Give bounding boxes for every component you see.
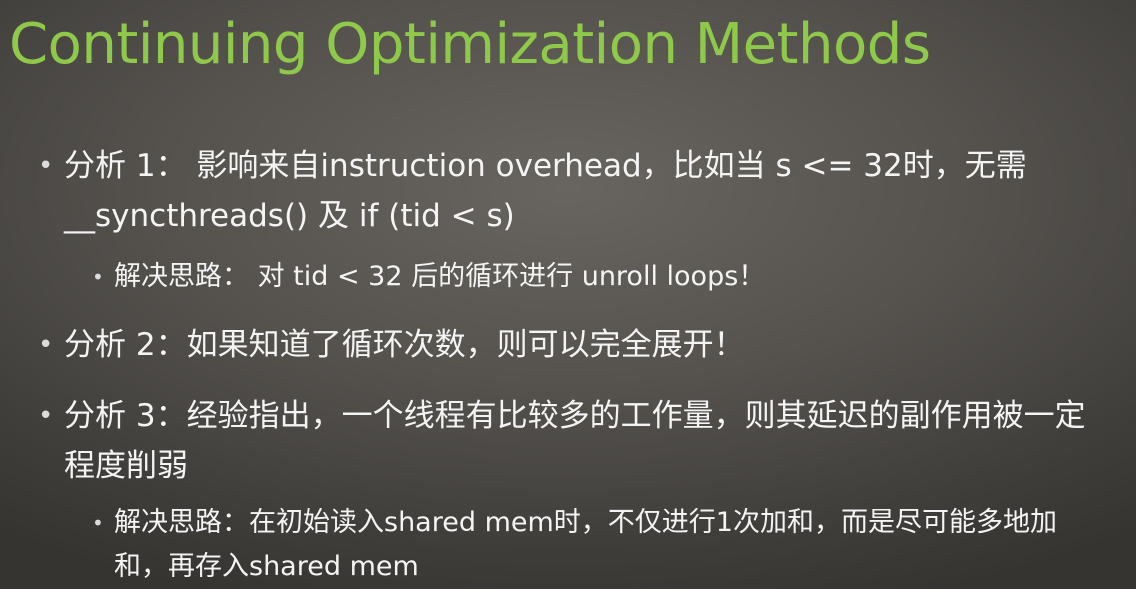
- bullet-text: 分析 2：如果知道了循环次数，则可以完全展开！: [64, 327, 745, 363]
- bullet-analysis-1: • 分析 1： 影响来自instruction overhead，比如当 s <…: [38, 141, 1106, 241]
- bullet-analysis-2: • 分析 2：如果知道了循环次数，则可以完全展开！: [38, 320, 1106, 370]
- bullet-dot: •: [38, 330, 54, 360]
- bullet-dot: •: [92, 511, 104, 535]
- sub-bullet-solution-3: • 解决思路：在初始读入shared mem时，不仅进行1次加和，而是尽可能多地…: [92, 501, 1108, 589]
- bullet-dot: •: [38, 151, 54, 181]
- bullet-analysis-3: • 分析 3：经验指出，一个线程有比较多的工作量，则其延迟的副作用被一定程度削弱: [38, 391, 1106, 491]
- bullet-dot: •: [38, 401, 54, 431]
- bullet-text: 分析 1： 影响来自instruction overhead，比如当 s <= …: [64, 148, 1027, 234]
- sub-bullet-solution-1: • 解决思路： 对 tid < 32 后的循环进行 unroll loops！: [92, 255, 1108, 299]
- bullet-dot: •: [92, 265, 104, 289]
- bullet-text: 分析 3：经验指出，一个线程有比较多的工作量，则其延迟的副作用被一定程度削弱: [64, 398, 1086, 484]
- sub-bullet-text: 解决思路： 对 tid < 32 后的循环进行 unroll loops！: [114, 261, 766, 292]
- slide-title: Continuing Optimization Methods: [9, 12, 931, 77]
- sub-bullet-text: 解决思路：在初始读入shared mem时，不仅进行1次加和，而是尽可能多地加和…: [114, 507, 1057, 582]
